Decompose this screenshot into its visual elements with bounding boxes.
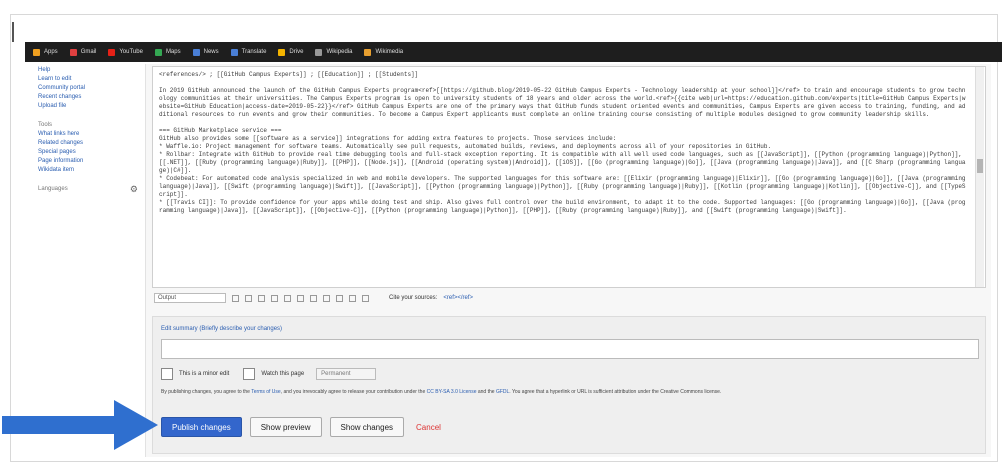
bookmark-gmail[interactable]: Gmail <box>69 48 96 56</box>
terms-of-use-link[interactable]: Terms of Use <box>251 389 280 395</box>
arrow-shape <box>2 400 158 450</box>
gear-icon[interactable]: ⚙ <box>130 185 138 194</box>
watch-page-checkbox[interactable] <box>243 368 256 380</box>
italic-icon[interactable] <box>245 294 252 302</box>
sidebar-item-page-information[interactable]: Page information <box>38 157 138 166</box>
sidebar-item-wikidata-item[interactable]: Wikidata item <box>38 166 138 175</box>
editor-scrollbar[interactable] <box>975 67 984 287</box>
edit-summary-label: Edit summary (Briefly describe your chan… <box>161 326 283 332</box>
sidebar-languages-label: Languages <box>38 186 68 192</box>
list-icon[interactable] <box>284 294 291 302</box>
sidebar-item-community-portal[interactable]: Community portal <box>38 84 138 93</box>
sidebar-item-recent-changes[interactable]: Recent changes <box>38 93 138 102</box>
cancel-link[interactable]: Cancel <box>416 423 441 432</box>
bookmark-news[interactable]: News <box>192 48 219 56</box>
publish-changes-button[interactable]: Publish changes <box>161 417 242 437</box>
gmail-icon <box>69 48 77 56</box>
edit-options-row: This is a minor edit Watch this page Per… <box>161 368 377 380</box>
pointer-arrow-icon <box>2 400 158 450</box>
bookmark-youtube[interactable]: YouTube <box>108 48 143 56</box>
image-icon[interactable] <box>297 294 304 302</box>
sidebar-item-related-changes[interactable]: Related changes <box>38 139 138 148</box>
minor-edit-checkbox[interactable] <box>161 368 173 380</box>
sidebar-tools-heading: Tools <box>38 122 53 128</box>
bookmark-translate[interactable]: Translate <box>230 48 266 56</box>
bold-icon[interactable] <box>232 294 239 302</box>
translate-icon <box>230 48 238 56</box>
sidebar-item-what-links-here[interactable]: What links here <box>38 130 138 139</box>
bookmark-drive[interactable]: Drive <box>278 48 303 56</box>
editor-scrollbar-thumb[interactable] <box>977 159 983 173</box>
sidebar-item-upload-file[interactable]: Upload file <box>38 102 138 111</box>
license-link[interactable]: CC BY-SA 3.0 License <box>427 389 477 395</box>
heading-icon[interactable] <box>271 294 278 302</box>
bookmarks-bar: Apps Gmail YouTube Maps News Translate D… <box>25 42 1002 62</box>
edit-form: <references/> ; [[GitHub Campus Experts]… <box>145 64 991 457</box>
sidebar: Help Learn to edit Community portal Rece… <box>38 66 138 194</box>
format-select[interactable]: Output <box>154 293 226 303</box>
drive-icon <box>278 48 286 56</box>
license-notice: By publishing changes, you agree to the … <box>161 389 722 395</box>
cite-sources-label: Cite your sources: <box>389 295 438 301</box>
youtube-icon <box>108 48 116 56</box>
table-icon[interactable] <box>310 294 317 302</box>
ref-insert-link[interactable]: <ref></ref> <box>443 295 473 301</box>
watch-period-select[interactable]: Permanent <box>316 368 377 380</box>
apps-icon <box>33 48 40 56</box>
show-changes-button[interactable]: Show changes <box>329 417 405 437</box>
bookmark-apps[interactable]: Apps <box>33 48 58 56</box>
edit-options-panel: Edit summary (Briefly describe your chan… <box>152 316 986 454</box>
sidebar-item-special-pages[interactable]: Special pages <box>38 148 138 157</box>
sidebar-item-learn-to-edit[interactable]: Learn to edit <box>38 75 138 84</box>
maps-icon <box>154 48 162 56</box>
sidebar-item-help[interactable]: Help <box>38 66 138 75</box>
special-chars-icon[interactable] <box>323 294 330 302</box>
bookmark-wikimedia[interactable]: Wikimedia <box>364 48 403 56</box>
editor-toolbar: Output Cite your sources: <ref></ref> <box>154 292 986 304</box>
signature-icon[interactable] <box>336 294 343 302</box>
sidebar-languages-row: Languages ⚙ <box>38 185 138 194</box>
bookmark-wikipedia[interactable]: Wikipedia <box>315 48 352 56</box>
wikitext-content[interactable]: <references/> ; [[GitHub Campus Experts]… <box>159 71 969 215</box>
wikipedia-icon <box>315 48 323 56</box>
watch-page-label: Watch this page <box>261 371 305 377</box>
form-actions: Publish changes Show preview Show change… <box>161 417 441 437</box>
show-preview-button[interactable]: Show preview <box>249 417 322 437</box>
redo-icon[interactable] <box>362 294 369 302</box>
news-icon <box>192 48 200 56</box>
undo-icon[interactable] <box>349 294 356 302</box>
wikimedia-icon <box>364 48 372 56</box>
bookmark-maps[interactable]: Maps <box>154 48 181 56</box>
minor-edit-label: This is a minor edit <box>179 371 230 377</box>
wikitext-editor[interactable]: <references/> ; [[GitHub Campus Experts]… <box>152 66 986 288</box>
window-edge-mark <box>0 22 14 42</box>
link-icon[interactable] <box>258 294 265 302</box>
edit-summary-input[interactable] <box>161 339 979 359</box>
gfdl-link[interactable]: GFDL <box>496 389 509 395</box>
